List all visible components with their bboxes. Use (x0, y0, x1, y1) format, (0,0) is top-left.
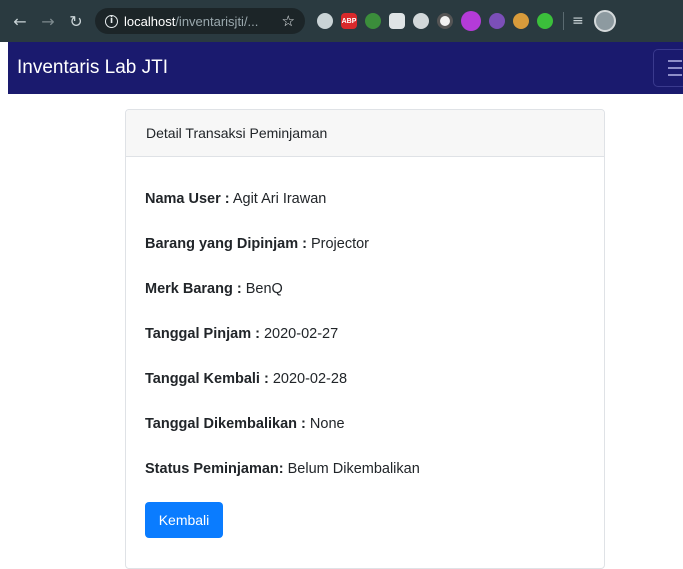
hamburger-line (668, 74, 682, 76)
field-barang: Barang yang Dipinjam : Projector (145, 236, 369, 252)
address-bar[interactable]: i localhost/inventarisjti/... ☆ (95, 8, 305, 34)
reload-icon[interactable]: ↻ (65, 10, 87, 32)
field-tanggal-dikembalikan: Tanggal Dikembalikan : None (145, 416, 345, 432)
toolbar-divider (563, 12, 564, 30)
field-nama-user: Nama User : Agit Ari Irawan (145, 191, 326, 207)
url-path: /inventarisjti/... (175, 13, 259, 29)
field-label: Tanggal Pinjam : (145, 326, 260, 342)
hamburger-menu-icon[interactable] (653, 49, 683, 87)
forward-arrow-icon[interactable]: → (37, 10, 59, 32)
browser-toolbar: ← → ↻ i localhost/inventarisjti/... ☆ AB… (0, 0, 683, 42)
hamburger-line (668, 60, 682, 62)
field-status: Status Peminjaman: Belum Dikembalikan (145, 461, 420, 477)
field-label: Status Peminjaman: (145, 461, 284, 477)
field-merk: Merk Barang : BenQ (145, 281, 283, 297)
field-value: Belum Dikembalikan (283, 461, 420, 477)
field-tanggal-kembali: Tanggal Kembali : 2020-02-28 (145, 371, 347, 387)
globe-icon[interactable] (317, 13, 333, 29)
compass-icon[interactable] (413, 13, 429, 29)
grape-icon[interactable] (489, 13, 505, 29)
back-arrow-icon[interactable]: ← (9, 10, 31, 32)
pink-extension-icon[interactable] (461, 11, 481, 31)
hamburger-line (668, 67, 682, 69)
info-icon[interactable]: i (105, 14, 118, 28)
url-host: localhost (124, 13, 176, 29)
field-value: None (305, 416, 345, 432)
profile-avatar[interactable] (593, 10, 616, 32)
transaction-detail-card: Detail Transaksi Peminjaman Nama User : … (125, 109, 605, 569)
ring-icon[interactable] (437, 13, 453, 29)
kembali-button[interactable]: Kembali (145, 502, 223, 538)
field-value: 2020-02-27 (259, 326, 339, 342)
cookie-icon[interactable] (513, 13, 529, 29)
field-value: 2020-02-28 (268, 371, 348, 387)
field-label: Barang yang Dipinjam : (145, 236, 307, 252)
adblock-plus-icon[interactable]: ABP (341, 13, 357, 29)
extension-bar: ABP (317, 11, 553, 31)
bookmark-star-icon[interactable]: ☆ (282, 12, 295, 30)
leaf-icon[interactable] (365, 13, 381, 29)
field-value: Agit Ari Irawan (229, 191, 327, 207)
field-label: Tanggal Kembali : (145, 371, 269, 387)
chat-icon[interactable] (389, 13, 405, 29)
field-label: Tanggal Dikembalikan : (145, 416, 306, 432)
navbar-brand[interactable]: Inventaris Lab JTI (17, 57, 168, 79)
app-navbar: Inventaris Lab JTI (8, 42, 683, 94)
card-header: Detail Transaksi Peminjaman (126, 110, 604, 157)
green-dot-icon[interactable] (537, 13, 553, 29)
field-tanggal-pinjam: Tanggal Pinjam : 2020-02-27 (145, 326, 338, 342)
field-value: BenQ (241, 281, 283, 297)
field-label: Nama User : (145, 191, 230, 207)
field-value: Projector (306, 236, 370, 252)
media-control-icon[interactable]: ≡ (572, 13, 584, 29)
field-label: Merk Barang : (145, 281, 242, 297)
